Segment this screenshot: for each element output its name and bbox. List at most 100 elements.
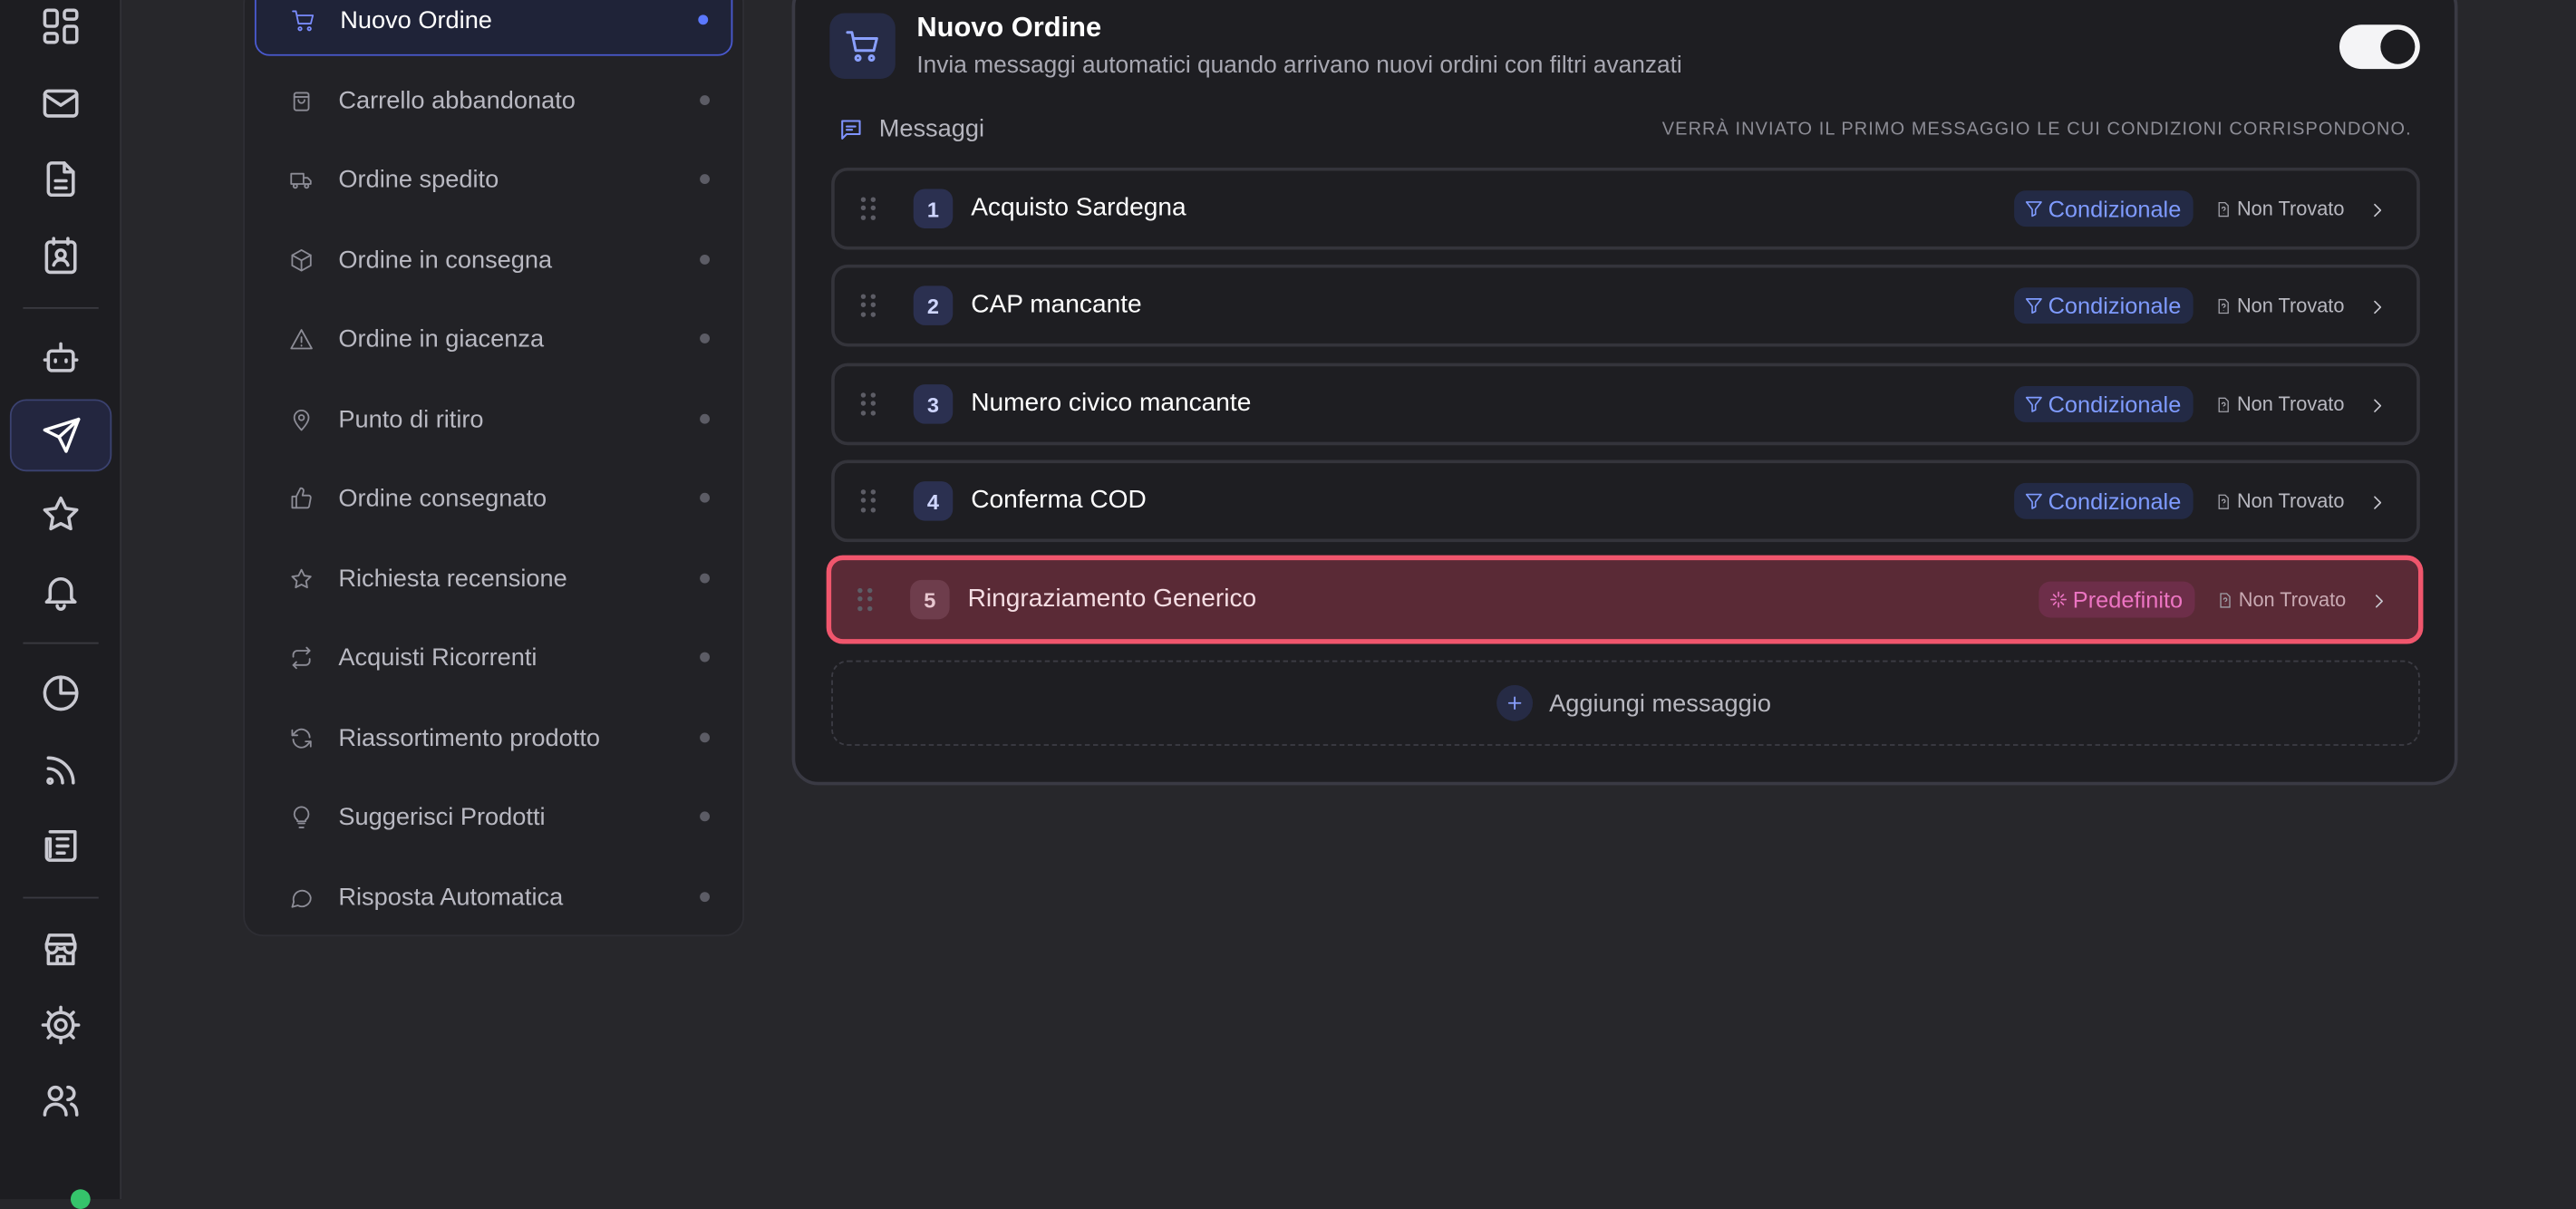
drag-handle-icon[interactable] <box>860 197 881 220</box>
badge-label: Predefinito <box>2072 586 2184 614</box>
filter-icon <box>2025 493 2042 509</box>
message-status: Non Trovato <box>2214 392 2344 416</box>
message-status: Non Trovato <box>2214 489 2344 513</box>
messages-note: Verrà inviato il primo messaggio le cui … <box>1661 120 2412 140</box>
package-icon <box>286 245 315 275</box>
messages-header: Messaggi <box>838 115 984 143</box>
trigger-status-dot <box>700 811 710 822</box>
badge-label: Condizionale <box>2048 391 2182 418</box>
message-row-selected[interactable]: 5 Ringraziamento Generico Predefinito No… <box>826 555 2424 644</box>
trigger-status-dot <box>700 413 710 424</box>
drag-handle-icon[interactable] <box>857 587 877 611</box>
users-icon[interactable] <box>22 1065 101 1137</box>
trigger-status-dot <box>700 95 710 105</box>
message-row[interactable]: 4 Conferma COD Condizionale Non Trovato <box>831 459 2420 543</box>
chevron-right-icon[interactable] <box>2369 590 2389 610</box>
message-type-badge: Condizionale <box>2013 385 2193 422</box>
send-icon[interactable] <box>9 399 112 472</box>
message-type-badge: Condizionale <box>2013 482 2193 519</box>
drag-handle-icon[interactable] <box>860 294 881 317</box>
bag-icon <box>286 85 315 115</box>
sparkle-icon <box>2049 591 2067 608</box>
add-message-label: Aggiungi messaggio <box>1549 689 1771 718</box>
rail-divider <box>23 306 99 309</box>
message-status: Non Trovato <box>2214 197 2345 220</box>
status-label: Non Trovato <box>2236 294 2345 317</box>
drag-handle-icon[interactable] <box>860 489 881 512</box>
star-icon[interactable] <box>22 478 101 550</box>
trigger-item-riassortimento-prodotto[interactable]: Riassortimento prodotto <box>255 701 732 774</box>
message-name: Conferma COD <box>971 486 1147 515</box>
drag-handle-icon[interactable] <box>860 392 881 415</box>
message-row[interactable]: 3 Numero civico mancante Condizionale No… <box>831 363 2420 446</box>
trigger-status-dot <box>700 732 710 743</box>
trigger-status-dot <box>700 892 710 903</box>
trigger-status-dot <box>700 254 710 265</box>
message-type-badge: Predefinito <box>2038 581 2194 618</box>
trigger-label: Richiesta recensione <box>338 564 567 593</box>
trigger-item-acquisti-ricorrenti[interactable]: Acquisti Ricorrenti <box>255 621 732 693</box>
trigger-item-suggerisci-prodotti[interactable]: Suggerisci Prodotti <box>255 780 732 853</box>
pie-chart-icon[interactable] <box>22 657 101 730</box>
settings-icon[interactable] <box>22 989 101 1061</box>
trigger-item-nuovo-ordine[interactable]: Nuovo Ordine <box>254 0 733 56</box>
message-type-badge: Condizionale <box>2013 190 2193 227</box>
filter-icon <box>2025 396 2042 412</box>
trigger-item-risposta-automatica[interactable]: Risposta Automatica <box>255 861 732 933</box>
filter-icon <box>2025 298 2042 314</box>
message-name: Numero civico mancante <box>971 389 1252 418</box>
message-row[interactable]: 1 Acquisto Sardegna Condizionale Non Tro… <box>831 167 2420 250</box>
store-icon[interactable] <box>22 914 101 986</box>
trigger-item-punto-di-ritiro[interactable]: Punto di ritiro <box>255 382 732 455</box>
message-status: Non Trovato <box>2214 294 2345 317</box>
status-label: Non Trovato <box>2236 197 2345 220</box>
message-row[interactable]: 2 CAP mancante Condizionale Non Trovato <box>831 264 2420 347</box>
bot-icon[interactable] <box>22 322 101 394</box>
trigger-item-carrello-abbandonato[interactable]: Carrello abbandonato <box>255 64 732 137</box>
file-question-icon <box>2217 493 2229 508</box>
trigger-label: Ordine spedito <box>338 165 499 193</box>
message-type-badge: Condizionale <box>2013 287 2193 324</box>
add-message-button[interactable]: Aggiungi messaggio <box>831 660 2420 746</box>
chevron-right-icon[interactable] <box>2368 491 2387 511</box>
thumbs-up-icon <box>286 483 315 513</box>
trigger-label: Risposta Automatica <box>338 883 564 912</box>
trigger-label: Ordine consegnato <box>338 483 547 512</box>
message-icon <box>841 119 861 139</box>
trigger-item-ordine-spedito[interactable]: Ordine spedito <box>255 143 732 216</box>
map-pin-icon <box>286 404 315 434</box>
warning-icon <box>286 324 315 353</box>
message-order-number: 4 <box>913 481 954 521</box>
rss-icon[interactable] <box>22 734 101 807</box>
contact-card-icon[interactable] <box>22 220 101 293</box>
trigger-label: Nuovo Ordine <box>340 5 492 34</box>
trigger-label: Punto di ritiro <box>338 404 484 433</box>
dashboard-icon[interactable] <box>22 0 101 63</box>
trigger-list-panel: Nuovo Ordine Carrello abbandonato Ordine… <box>243 0 745 937</box>
mail-icon[interactable] <box>22 67 101 140</box>
message-order-number: 2 <box>913 285 954 325</box>
online-status-dot <box>70 1189 91 1209</box>
chevron-right-icon[interactable] <box>2368 394 2387 414</box>
message-status: Non Trovato <box>2215 588 2346 611</box>
trigger-label: Suggerisci Prodotti <box>338 802 546 831</box>
trigger-item-ordine-in-giacenza[interactable]: Ordine in giacenza <box>255 303 732 375</box>
cart-icon <box>829 13 896 79</box>
trigger-item-richiesta-recensione[interactable]: Richiesta recensione <box>255 542 732 614</box>
newspaper-icon[interactable] <box>22 810 101 883</box>
toggle-knob <box>2380 29 2416 64</box>
trigger-label: Ordine in giacenza <box>338 324 545 353</box>
trigger-item-ordine-consegnato[interactable]: Ordine consegnato <box>255 461 732 534</box>
trigger-status-dot <box>700 333 710 343</box>
message-order-number: 3 <box>913 384 954 424</box>
bell-icon[interactable] <box>22 556 101 628</box>
message-order-number: 5 <box>910 579 950 620</box>
chevron-right-icon[interactable] <box>2368 295 2387 315</box>
trigger-item-ordine-in-consegna[interactable]: Ordine in consegna <box>255 224 732 296</box>
document-icon[interactable] <box>22 143 101 216</box>
filter-icon <box>2025 201 2042 218</box>
status-label: Non Trovato <box>2238 587 2347 612</box>
chevron-right-icon[interactable] <box>2368 198 2387 218</box>
lightbulb-icon <box>286 802 315 832</box>
automation-enabled-toggle[interactable] <box>2339 24 2420 70</box>
